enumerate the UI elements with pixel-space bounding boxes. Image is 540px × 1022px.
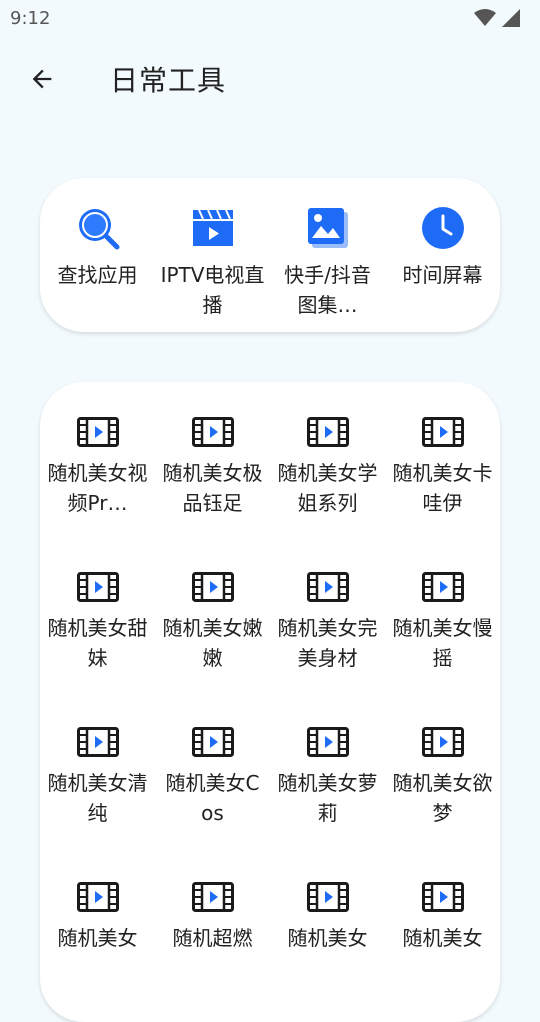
tool-time-screen[interactable]: 时间屏幕 — [385, 178, 500, 320]
clapperboard-icon — [191, 206, 235, 250]
video-tool-item[interactable]: 随机美女慢摇 — [385, 537, 500, 692]
video-tool-item[interactable]: 随机美女学姐系列 — [270, 382, 385, 537]
film-play-icon — [191, 726, 234, 758]
film-play-icon — [306, 726, 349, 758]
tool-label: 随机美女学姐系列 — [277, 461, 378, 515]
film-play-icon — [191, 416, 234, 448]
tool-find-app[interactable]: 查找应用 — [40, 178, 155, 320]
tool-label: 时间屏幕 — [402, 263, 483, 287]
tool-label: 随机美女完美身材 — [277, 616, 378, 670]
video-tool-item[interactable]: 随机美女萝莉 — [270, 692, 385, 847]
video-tool-item[interactable]: 随机美女欲梦 — [385, 692, 500, 847]
back-button[interactable] — [0, 44, 84, 114]
video-tool-item[interactable]: 随机超燃 — [155, 847, 270, 1002]
video-tools-card: 随机美女视频Pr… 随机美女极品钰足 随机美女学姐系列 随机美女卡哇伊 随机美女… — [40, 382, 500, 1022]
film-play-icon — [76, 726, 119, 758]
wifi-icon — [474, 9, 496, 26]
clock-icon — [421, 206, 465, 250]
video-tool-item[interactable]: 随机美女嫩嫩 — [155, 537, 270, 692]
tool-label: 随机美女 — [287, 926, 368, 950]
quick-tools-card: 查找应用 IPTV电视直播 快手/抖音图集… 时间屏幕 — [40, 178, 500, 332]
tool-label: 随机美女萝莉 — [277, 771, 378, 825]
video-tool-item[interactable]: 随机美女极品钰足 — [155, 382, 270, 537]
tool-label: 查找应用 — [57, 263, 138, 287]
page-title: 日常工具 — [110, 64, 227, 97]
tool-label: 随机美女 — [402, 926, 483, 950]
status-bar: 9:12 — [0, 0, 540, 36]
film-play-icon — [306, 571, 349, 603]
video-tool-item[interactable]: 随机美女 — [40, 847, 155, 1002]
tool-label: 随机美女卡哇伊 — [392, 461, 493, 515]
video-tool-item[interactable]: 随机美女Cos — [155, 692, 270, 847]
tool-label: 随机美女嫩嫩 — [162, 616, 263, 670]
tool-iptv[interactable]: IPTV电视直播 — [155, 178, 270, 320]
video-tool-item[interactable]: 随机美女视频Pr… — [40, 382, 155, 537]
film-play-icon — [76, 571, 119, 603]
tool-label: 随机美女视频Pr… — [47, 461, 148, 515]
film-play-icon — [421, 881, 464, 913]
video-tool-item[interactable]: 随机美女清纯 — [40, 692, 155, 847]
signal-icon — [502, 9, 520, 27]
tool-label: 随机美女Cos — [165, 771, 260, 825]
tool-image-gallery[interactable]: 快手/抖音图集… — [270, 178, 385, 320]
tool-label: 随机美女 — [57, 926, 138, 950]
video-tool-item[interactable]: 随机美女完美身材 — [270, 537, 385, 692]
video-tool-item[interactable]: 随机美女 — [385, 847, 500, 1002]
film-play-icon — [421, 416, 464, 448]
tool-label: IPTV电视直播 — [160, 263, 265, 317]
image-gallery-icon — [306, 206, 350, 250]
tool-label: 随机美女清纯 — [47, 771, 148, 825]
status-time: 9:12 — [10, 7, 51, 29]
app-bar: 日常工具 — [0, 44, 540, 114]
film-play-icon — [306, 416, 349, 448]
tool-label: 随机美女慢摇 — [392, 616, 493, 670]
tool-label: 随机美女极品钰足 — [162, 461, 263, 515]
film-play-icon — [76, 416, 119, 448]
video-tool-item[interactable]: 随机美女甜妹 — [40, 537, 155, 692]
status-icons — [474, 9, 520, 27]
video-tool-item[interactable]: 随机美女卡哇伊 — [385, 382, 500, 537]
arrow-left-icon — [32, 69, 52, 89]
film-play-icon — [191, 881, 234, 913]
search-icon — [76, 206, 120, 250]
film-play-icon — [191, 571, 234, 603]
film-play-icon — [421, 571, 464, 603]
film-play-icon — [421, 726, 464, 758]
film-play-icon — [306, 881, 349, 913]
video-tool-item[interactable]: 随机美女 — [270, 847, 385, 1002]
tool-label: 随机美女甜妹 — [47, 616, 148, 670]
tool-label: 随机超燃 — [172, 926, 253, 950]
tool-label: 快手/抖音图集… — [284, 263, 371, 317]
tool-label: 随机美女欲梦 — [392, 771, 493, 825]
film-play-icon — [76, 881, 119, 913]
